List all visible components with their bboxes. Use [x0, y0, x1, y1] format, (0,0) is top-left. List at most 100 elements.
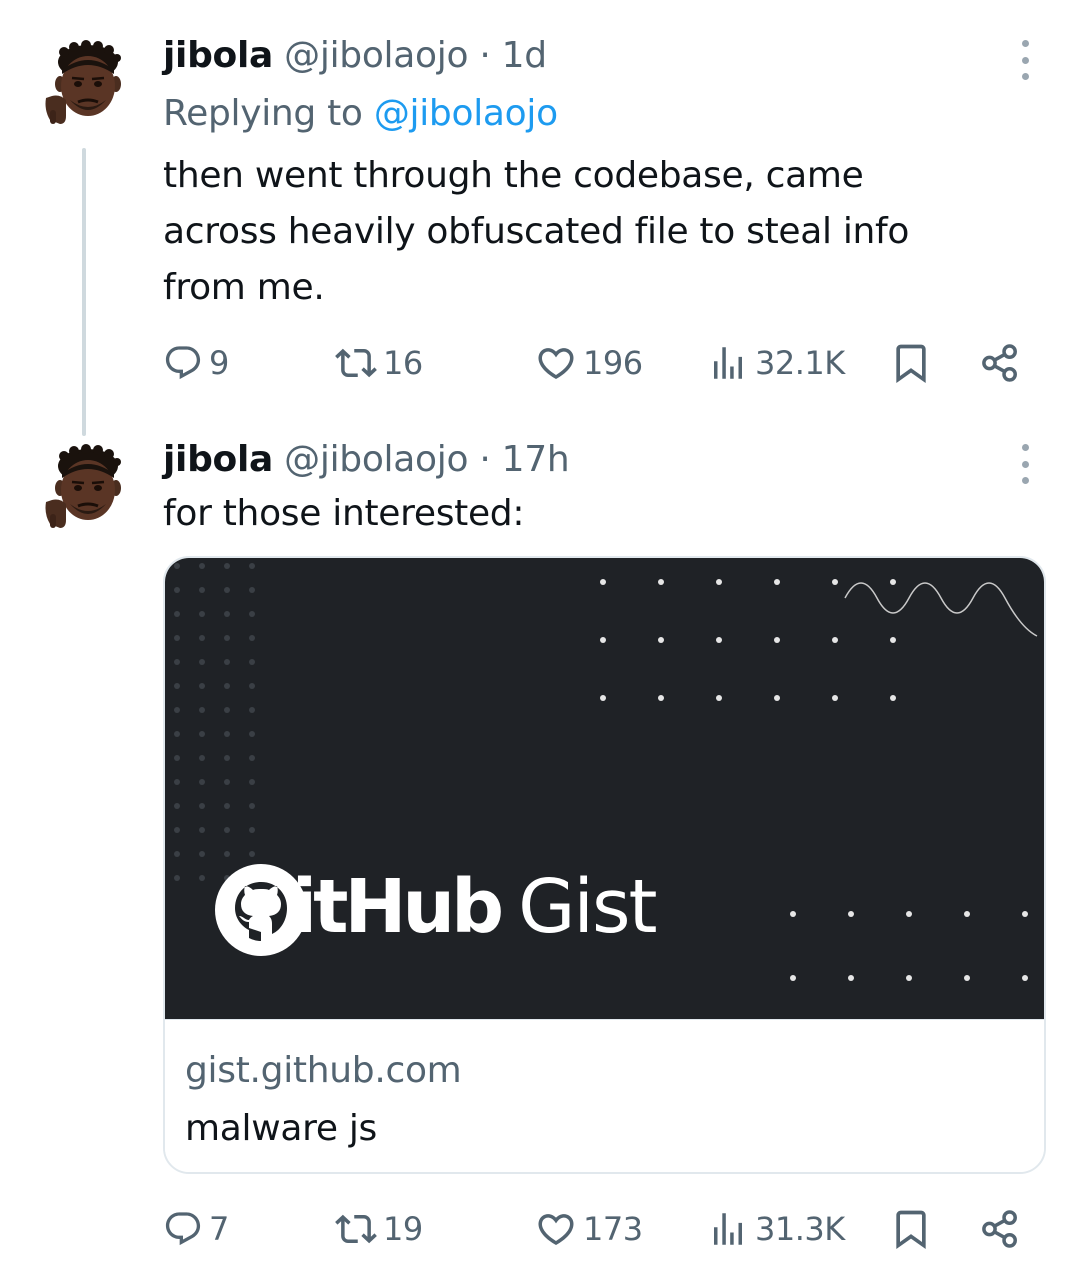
tweet-text: for those interested:	[163, 493, 525, 534]
views-button[interactable]: 31.3K	[707, 1201, 845, 1257]
heart-icon	[535, 342, 577, 384]
tweet-text: then went through the codebase, came acr…	[163, 148, 1023, 316]
pattern-dot	[774, 637, 780, 643]
pattern-dot	[249, 731, 255, 737]
pattern-dot	[249, 635, 255, 641]
pattern-dot	[848, 975, 854, 981]
pattern-dot	[658, 637, 664, 643]
handle[interactable]: @jibolaojo	[284, 35, 468, 76]
pattern-dot	[224, 851, 230, 857]
pattern-dot	[890, 637, 896, 643]
views-count: 31.3K	[755, 1210, 845, 1248]
repost-count: 19	[383, 1210, 423, 1248]
pattern-dot	[174, 779, 180, 785]
pattern-dot	[224, 611, 230, 617]
more-vertical-icon[interactable]	[1013, 444, 1037, 484]
like-count: 173	[583, 1210, 643, 1248]
pattern-dot	[199, 611, 205, 617]
pattern-dot	[224, 683, 230, 689]
pattern-dot	[906, 911, 912, 917]
pattern-dot	[249, 779, 255, 785]
more-vertical-icon[interactable]	[1013, 40, 1037, 80]
timestamp[interactable]: 17h	[502, 439, 570, 480]
repost-count: 16	[383, 344, 423, 382]
avatar[interactable]	[40, 444, 128, 532]
share-button[interactable]	[979, 1201, 1021, 1257]
pattern-dot	[174, 611, 180, 617]
pattern-dot	[224, 779, 230, 785]
repost-button[interactable]: 16	[335, 335, 423, 391]
pattern-dot	[249, 659, 255, 665]
pattern-dot	[224, 803, 230, 809]
display-name[interactable]: jibola	[163, 439, 273, 480]
bookmark-icon	[889, 341, 933, 385]
action-bar: 9 16 196 32.1K	[163, 335, 1033, 391]
pattern-dot	[174, 587, 180, 593]
bookmark-button[interactable]	[889, 335, 933, 391]
pattern-dot	[199, 683, 205, 689]
pattern-dot	[199, 851, 205, 857]
reply-button[interactable]: 7	[163, 1201, 229, 1257]
pattern-dot	[174, 851, 180, 857]
replying-label: Replying to	[163, 93, 363, 134]
pattern-dot	[174, 803, 180, 809]
timestamp[interactable]: 1d	[502, 35, 547, 76]
pattern-dot	[174, 731, 180, 737]
pattern-dot	[174, 659, 180, 665]
repost-button[interactable]: 19	[335, 1201, 423, 1257]
action-bar: 7 19 173 31.3K	[163, 1201, 1033, 1257]
separator: ·	[479, 439, 491, 480]
pattern-dot	[716, 637, 722, 643]
pattern-dot	[790, 911, 796, 917]
share-icon	[979, 1208, 1021, 1250]
pattern-dot	[249, 587, 255, 593]
like-button[interactable]: 173	[535, 1201, 643, 1257]
card-image: GitHub Gist	[165, 558, 1044, 1019]
pattern-dot	[790, 975, 796, 981]
views-icon	[707, 342, 749, 384]
pattern-dot	[600, 579, 606, 585]
reply-button[interactable]: 9	[163, 335, 229, 391]
card-domain: gist.github.com	[185, 1050, 462, 1091]
pattern-dot	[249, 611, 255, 617]
mention-link[interactable]: @jibolaojo	[374, 93, 558, 134]
pattern-dot	[774, 695, 780, 701]
display-name[interactable]: jibola	[163, 35, 273, 76]
tweet-text-line: from me.	[163, 267, 325, 308]
card-footer[interactable]: gist.github.com malware js	[165, 1019, 1044, 1172]
handle[interactable]: @jibolaojo	[284, 439, 468, 480]
pattern-dot	[890, 579, 896, 585]
pattern-dot	[964, 975, 970, 981]
pattern-dot	[249, 827, 255, 833]
share-button[interactable]	[979, 335, 1021, 391]
pattern-dot	[658, 579, 664, 585]
tweet-2[interactable]: jibola @jibolaojo · 17h for those intere…	[0, 430, 1079, 1269]
pattern-dot	[174, 827, 180, 833]
pattern-dot	[600, 695, 606, 701]
thread-line	[82, 148, 86, 436]
pattern-dot	[174, 635, 180, 641]
pattern-dot	[224, 827, 230, 833]
pattern-dot	[249, 563, 255, 569]
pattern-dot	[832, 695, 838, 701]
pattern-dot	[199, 659, 205, 665]
views-button[interactable]: 32.1K	[707, 335, 845, 391]
reply-icon	[163, 1209, 203, 1249]
pattern-dot	[832, 579, 838, 585]
pattern-dot	[174, 755, 180, 761]
views-icon	[707, 1208, 749, 1250]
avatar[interactable]	[40, 40, 128, 128]
like-button[interactable]: 196	[535, 335, 643, 391]
pattern-dot	[249, 803, 255, 809]
pattern-dot	[174, 683, 180, 689]
brand-gist: Gist	[518, 864, 657, 950]
bookmark-button[interactable]	[889, 1201, 933, 1257]
like-count: 196	[583, 344, 643, 382]
tweet-1[interactable]: jibola @jibolaojo · 1d Replying to @jibo…	[0, 0, 1079, 436]
link-card[interactable]: GitHub Gist gist.github.com malware js	[163, 556, 1046, 1174]
pattern-dot	[249, 683, 255, 689]
replying-to: Replying to @jibolaojo	[163, 92, 558, 136]
reply-icon	[163, 343, 203, 383]
pattern-dot	[224, 731, 230, 737]
pattern-dot	[890, 695, 896, 701]
